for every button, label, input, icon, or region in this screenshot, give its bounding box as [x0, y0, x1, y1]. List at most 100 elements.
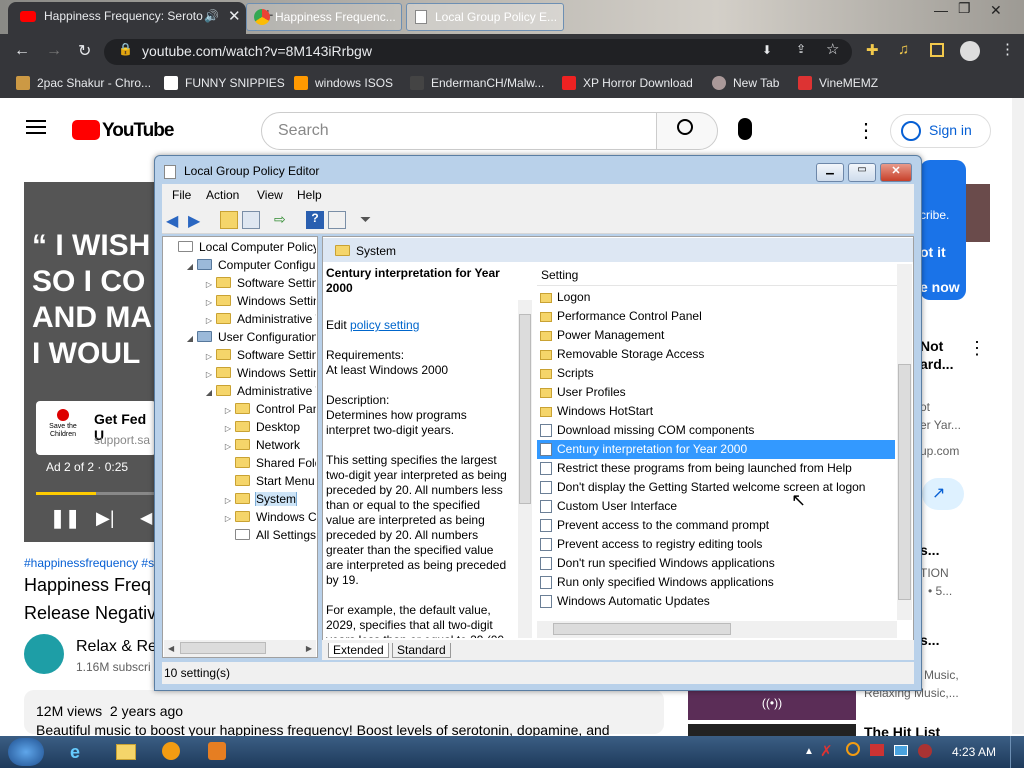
- expand-arrow-icon[interactable]: ◢: [204, 388, 214, 397]
- tray-show-hidden-icon[interactable]: ▲: [804, 746, 814, 757]
- expand-arrow-icon[interactable]: ◢: [185, 262, 195, 271]
- tree-node[interactable]: ▷ Windows Setting: [204, 294, 316, 308]
- bookmark-2pac[interactable]: 2pac Shakur - Chro...: [16, 76, 151, 90]
- reload-icon[interactable]: ↻: [78, 41, 91, 61]
- more-icon[interactable]: ⋮: [968, 338, 986, 359]
- tree-node[interactable]: ◢ Administrative Te: [204, 384, 316, 398]
- tree-node[interactable]: Local Computer Policy: [166, 240, 316, 254]
- tray-app-icon[interactable]: ✗: [820, 742, 833, 760]
- paint-icon[interactable]: [208, 742, 226, 760]
- back-arrow-icon[interactable]: ◀: [166, 211, 184, 230]
- list-hscroll-thumb[interactable]: [553, 623, 731, 635]
- live-thumbnail[interactable]: ((•)): [688, 690, 856, 720]
- tree-node[interactable]: ▷ Network: [223, 438, 316, 452]
- expand-arrow-icon[interactable]: ▷: [204, 280, 214, 289]
- microphone-icon[interactable]: [738, 118, 752, 140]
- taskbar-gpe-button[interactable]: Local Group Policy E...: [406, 3, 564, 31]
- menu-view[interactable]: View: [257, 188, 283, 202]
- setting-row[interactable]: Don't display the Getting Started welcom…: [537, 478, 895, 497]
- ie-icon[interactable]: e: [70, 742, 80, 763]
- explorer-icon[interactable]: [116, 744, 136, 760]
- media-player-icon[interactable]: [162, 742, 180, 760]
- setting-row[interactable]: Download missing COM components: [537, 421, 895, 440]
- menu-file[interactable]: File: [172, 188, 191, 202]
- setting-row[interactable]: Logon: [537, 288, 895, 307]
- clock[interactable]: 4:23 AM: [952, 745, 996, 759]
- gpe-minimize-button[interactable]: ▁: [816, 163, 844, 182]
- tray-flag-icon[interactable]: [870, 744, 884, 756]
- tray-volume-icon[interactable]: [918, 744, 932, 758]
- show-desktop-button[interactable]: [1010, 736, 1024, 768]
- tray-network-icon[interactable]: [894, 745, 908, 756]
- bookmark-star-icon[interactable]: ☆: [826, 40, 839, 58]
- tree-node[interactable]: ▷ Software Settings: [204, 348, 316, 362]
- expand-arrow-icon[interactable]: ▷: [223, 424, 233, 433]
- browser-tab[interactable]: Happiness Frequency: Seroto 🔊 ✕: [8, 2, 246, 34]
- forward-icon[interactable]: →: [46, 42, 62, 60]
- setting-row[interactable]: Don't run specified Windows applications: [537, 554, 895, 573]
- gpe-close-button[interactable]: ✕: [880, 163, 912, 182]
- tree-node[interactable]: ▷ Windows Setting: [204, 366, 316, 380]
- menu-action[interactable]: Action: [206, 188, 239, 202]
- export-list-icon[interactable]: ⇨: [274, 211, 292, 229]
- channel-avatar[interactable]: [24, 634, 64, 674]
- list-vscrollbar[interactable]: [897, 264, 912, 620]
- tree-node[interactable]: ▷ Desktop: [223, 420, 316, 434]
- setting-row[interactable]: Prevent access to the command prompt: [537, 516, 895, 535]
- setting-row[interactable]: Century interpretation for Year 2000: [537, 440, 895, 459]
- tree-node[interactable]: ◢ Computer Configura: [185, 258, 316, 272]
- hashtags[interactable]: #happinessfrequency #s: [24, 556, 154, 570]
- bookmark-vinememz[interactable]: VineMEMZ: [798, 76, 878, 90]
- chrome-menu-icon[interactable]: ⋮: [1000, 40, 1015, 58]
- side-thumbnail[interactable]: [966, 184, 990, 242]
- page-scrollbar[interactable]: [1012, 98, 1024, 734]
- setting-row[interactable]: Prevent access to registry editing tools: [537, 535, 895, 554]
- media-icon[interactable]: ♫: [898, 41, 909, 58]
- expand-arrow-icon[interactable]: ▷: [223, 442, 233, 451]
- settings-menu-icon[interactable]: ⋮: [856, 118, 876, 143]
- tree-hscroll[interactable]: ◀ ▶: [164, 640, 316, 657]
- sign-in-button[interactable]: Sign in: [890, 114, 991, 148]
- search-button[interactable]: [656, 112, 718, 150]
- setting-row[interactable]: Performance Control Panel: [537, 307, 895, 326]
- close-tab-icon[interactable]: ✕: [228, 7, 241, 25]
- hitlist-thumbnail[interactable]: [688, 724, 856, 736]
- tray-search-icon[interactable]: [846, 742, 860, 756]
- policy-setting-link[interactable]: policy setting: [350, 318, 419, 332]
- tree-node[interactable]: Start Menu ar: [223, 474, 316, 488]
- tab-standard[interactable]: Standard: [392, 643, 451, 658]
- tree-node[interactable]: ◢ User Configuration: [185, 330, 316, 344]
- bookmark-new-tab[interactable]: New Tab: [712, 76, 779, 90]
- restore-window-icon[interactable]: ❐: [958, 0, 971, 17]
- menu-help[interactable]: Help: [297, 188, 322, 202]
- setting-row[interactable]: Windows HotStart: [537, 402, 895, 421]
- tree-node[interactable]: Shared Folder: [223, 456, 316, 470]
- channel-name[interactable]: Relax & Re: [76, 638, 157, 656]
- ad-card[interactable]: Save the Children Get Fed U support.sa: [36, 401, 156, 455]
- filter-icon[interactable]: ⏷: [360, 211, 378, 229]
- tree-node[interactable]: ▷ Administrative Te: [204, 312, 316, 326]
- youtube-logo[interactable]: YouTube: [72, 120, 174, 142]
- start-button-icon[interactable]: [8, 738, 44, 766]
- setting-row[interactable]: User Profiles: [537, 383, 895, 402]
- expand-arrow-icon[interactable]: ▷: [204, 370, 214, 379]
- setting-row[interactable]: Scripts: [537, 364, 895, 383]
- open-link-icon[interactable]: ↗: [922, 478, 964, 510]
- profile-avatar-icon[interactable]: [960, 41, 980, 61]
- show-hide-tree-icon[interactable]: [242, 211, 260, 229]
- bookmark-endermanch[interactable]: EndermanCH/Malw...: [410, 76, 544, 90]
- bookmark-windows-isos[interactable]: windows ISOS: [294, 76, 393, 90]
- sidepanel-icon[interactable]: [930, 43, 944, 57]
- expand-arrow-icon[interactable]: ▷: [204, 316, 214, 325]
- expand-arrow-icon[interactable]: ▷: [204, 352, 214, 361]
- bookmark-xp-horror[interactable]: XP Horror Download: [562, 76, 693, 90]
- list-scroll-thumb[interactable]: [898, 364, 911, 600]
- expand-arrow-icon[interactable]: ▷: [204, 298, 214, 307]
- tree-node[interactable]: All Settings: [223, 528, 316, 542]
- expand-arrow-icon[interactable]: ◢: [185, 334, 195, 343]
- tree-node[interactable]: ▷ Windows Cor: [223, 510, 316, 524]
- bookmark-funny-snippies[interactable]: FUNNY SNIPPIES: [164, 76, 285, 90]
- volume-icon[interactable]: ◀: [140, 508, 152, 528]
- forward-arrow-icon[interactable]: ▶: [188, 211, 206, 230]
- setting-row[interactable]: Windows Automatic Updates: [537, 592, 895, 611]
